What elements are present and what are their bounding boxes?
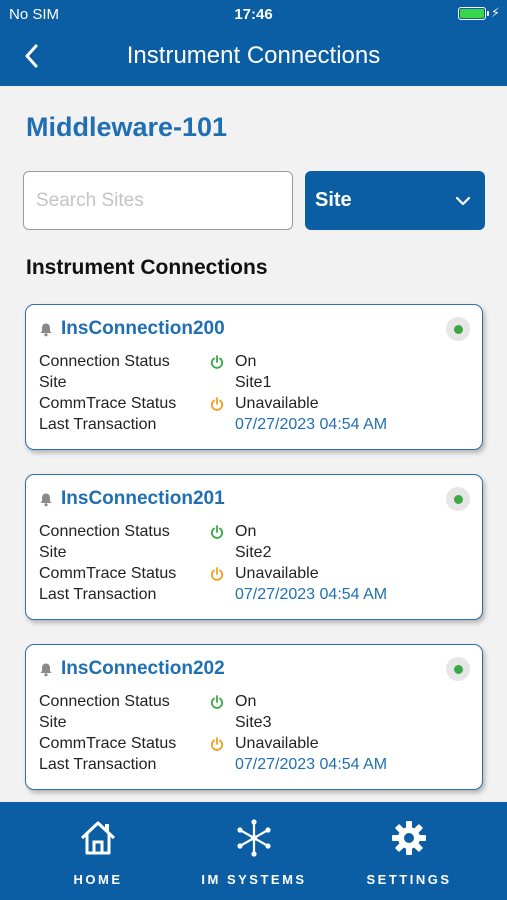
top-bar: No SIM 17:46 ⚡ Instrument Connections (0, 0, 507, 86)
bottom-tab-bar: HOME IM SYSTEMS SETTINGS (0, 802, 507, 900)
last-transaction-row: Last Transaction 07/27/2023 04:54 AM (39, 586, 469, 607)
last-transaction-value: 07/27/2023 04:54 AM (235, 586, 388, 603)
nav-title: Instrument Connections (126, 42, 381, 69)
search-input[interactable] (23, 171, 293, 230)
power-unavailable-icon (210, 397, 224, 411)
online-status-indicator (446, 657, 470, 681)
charging-icon: ⚡ (490, 5, 500, 20)
bell-icon[interactable] (39, 322, 53, 337)
tab-im-systems[interactable]: IM SYSTEMS (194, 802, 314, 900)
connection-status-label: Connection Status (39, 523, 170, 540)
site-row: Site Site3 (39, 714, 469, 735)
connection-card[interactable]: InsConnection202 Connection Status On Si… (25, 644, 483, 790)
site-filter-label: Site (315, 189, 352, 211)
site-label: Site (39, 544, 67, 561)
tab-im-systems-label: IM SYSTEMS (201, 872, 307, 887)
tab-home-label: HOME (73, 872, 123, 887)
commtrace-status-label: CommTrace Status (39, 395, 177, 412)
tab-settings-label: SETTINGS (366, 872, 452, 887)
commtrace-status-row: CommTrace Status Unavailable (39, 395, 469, 416)
tab-home[interactable]: HOME (48, 802, 148, 900)
connection-status-value: On (235, 353, 257, 370)
last-transaction-row: Last Transaction 07/27/2023 04:54 AM (39, 416, 469, 437)
connection-status-row: Connection Status On (39, 353, 469, 374)
network-icon (237, 819, 271, 857)
connection-name[interactable]: InsConnection201 (61, 488, 225, 510)
connection-status-row: Connection Status On (39, 523, 469, 544)
commtrace-status-value: Unavailable (235, 735, 319, 752)
last-transaction-label: Last Transaction (39, 586, 157, 603)
last-transaction-label: Last Transaction (39, 756, 157, 773)
chevron-down-icon (455, 196, 471, 205)
commtrace-status-row: CommTrace Status Unavailable (39, 735, 469, 756)
power-unavailable-icon (210, 567, 224, 581)
connection-card[interactable]: InsConnection200 Connection Status On Si… (25, 304, 483, 450)
power-on-icon (210, 355, 224, 369)
commtrace-status-value: Unavailable (235, 565, 319, 582)
power-unavailable-icon (210, 737, 224, 751)
section-title: Instrument Connections (26, 256, 268, 279)
commtrace-status-value: Unavailable (235, 395, 319, 412)
last-transaction-value: 07/27/2023 04:54 AM (235, 756, 388, 773)
site-value: Site3 (235, 714, 272, 731)
page-title: Middleware-101 (26, 112, 228, 142)
home-icon (80, 821, 116, 855)
commtrace-status-label: CommTrace Status (39, 565, 177, 582)
bell-icon[interactable] (39, 492, 53, 507)
commtrace-status-row: CommTrace Status Unavailable (39, 565, 469, 586)
clock: 17:46 (234, 6, 273, 23)
connection-status-label: Connection Status (39, 693, 170, 710)
connection-status-value: On (235, 693, 257, 710)
gear-icon (392, 821, 426, 855)
connection-name[interactable]: InsConnection200 (61, 318, 225, 340)
online-status-indicator (446, 317, 470, 341)
site-value: Site2 (235, 544, 272, 561)
power-on-icon (210, 525, 224, 539)
commtrace-status-label: CommTrace Status (39, 735, 177, 752)
site-label: Site (39, 374, 67, 391)
bell-icon[interactable] (39, 662, 53, 677)
tab-settings[interactable]: SETTINGS (359, 802, 459, 900)
connection-status-row: Connection Status On (39, 693, 469, 714)
connection-name[interactable]: InsConnection202 (61, 658, 225, 680)
site-filter-dropdown[interactable]: Site (305, 171, 485, 230)
connection-status-value: On (235, 523, 257, 540)
last-transaction-value: 07/27/2023 04:54 AM (235, 416, 388, 433)
online-status-indicator (446, 487, 470, 511)
last-transaction-row: Last Transaction 07/27/2023 04:54 AM (39, 756, 469, 777)
connection-card[interactable]: InsConnection201 Connection Status On Si… (25, 474, 483, 620)
battery-icon (458, 7, 489, 20)
connection-status-label: Connection Status (39, 353, 170, 370)
site-row: Site Site1 (39, 374, 469, 395)
main-content: Middleware-101 Site Instrument Connectio… (0, 86, 507, 802)
power-on-icon (210, 695, 224, 709)
last-transaction-label: Last Transaction (39, 416, 157, 433)
site-label: Site (39, 714, 67, 731)
site-row: Site Site2 (39, 544, 469, 565)
site-value: Site1 (235, 374, 272, 391)
status-bar: No SIM 17:46 ⚡ (0, 0, 507, 28)
